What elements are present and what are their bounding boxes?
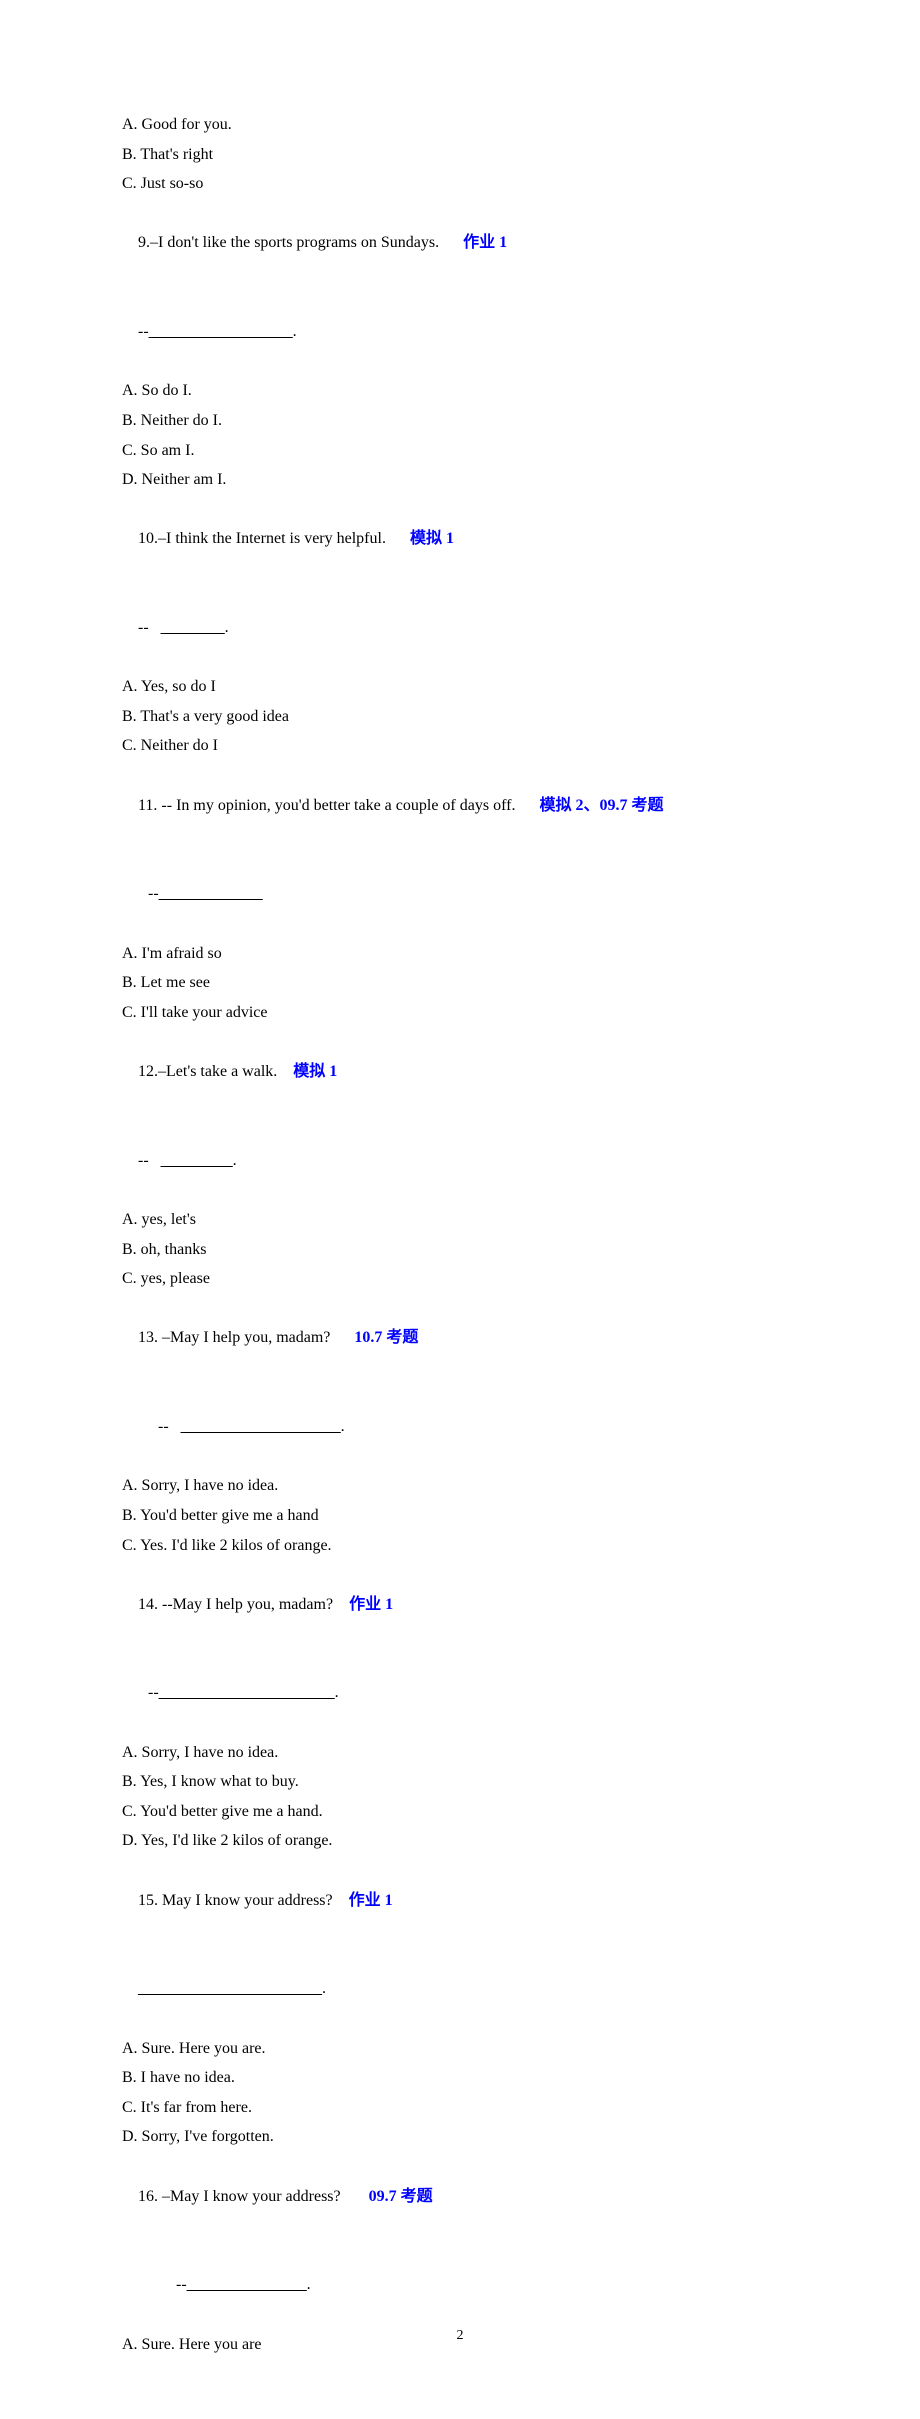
q11-blank: _____________ <box>159 879 263 909</box>
q11-prompt-line: 11. -- In my opinion, you'd better take … <box>122 761 798 850</box>
q10-option-b: B. That's a very good idea <box>122 702 798 732</box>
q10-blank: ________ <box>161 613 225 643</box>
page-number: 2 <box>0 2323 920 2349</box>
q15-blank-suffix: . <box>322 1980 326 1997</box>
q12-option-b: B. oh, thanks <box>122 1235 798 1265</box>
q14-option-d: D. Yes, I'd like 2 kilos of orange. <box>122 1826 798 1856</box>
q10-tag: 模拟 1 <box>410 530 454 547</box>
q12-option-a: A. yes, let's <box>122 1205 798 1235</box>
q11-prompt: 11. -- In my opinion, you'd better take … <box>138 797 515 814</box>
q16-blank-line: --_______________. <box>122 2241 798 2330</box>
q15-option-a: A. Sure. Here you are. <box>122 2034 798 2064</box>
q9-prompt: 9.–I don't like the sports programs on S… <box>138 234 439 251</box>
q15-prompt: 15. May I know your address? <box>138 1892 333 1909</box>
q11-tag: 模拟 2、09.7 考题 <box>539 797 663 814</box>
q13-option-a: A. Sorry, I have no idea. <box>122 1471 798 1501</box>
q9-blank: __________________ <box>149 317 293 347</box>
document-page: A. Good for you. B. That's right C. Just… <box>0 0 920 2419</box>
q15-tag: 作业 1 <box>349 1892 393 1909</box>
q11-option-a: A. I'm afraid so <box>122 939 798 969</box>
q9-prompt-line: 9.–I don't like the sports programs on S… <box>122 199 798 288</box>
q12-blank-suffix: . <box>233 1152 237 1169</box>
q10-option-c: C. Neither do I <box>122 731 798 761</box>
q13-blank-prefix: -- <box>158 1418 181 1435</box>
q9-option-c: C. So am I. <box>122 436 798 466</box>
q9-blank-line: --__________________. <box>122 288 798 377</box>
q13-blank: ____________________ <box>181 1412 341 1442</box>
q11-blank-prefix: -- <box>148 885 159 902</box>
q15-prompt-line: 15. May I know your address? 作业 1 <box>122 1856 798 1945</box>
q14-blank: ______________________ <box>159 1678 335 1708</box>
q14-prompt: 14. --May I help you, madam? <box>138 1596 333 1613</box>
q8-option-b: B. That's right <box>122 140 798 170</box>
q10-prompt-line: 10.–I think the Internet is very helpful… <box>122 495 798 584</box>
q9-option-b: B. Neither do I. <box>122 406 798 436</box>
q13-option-b: B. You'd better give me a hand <box>122 1501 798 1531</box>
q14-blank-prefix: -- <box>148 1684 159 1701</box>
q13-prompt: 13. –May I help you, madam? <box>138 1329 330 1346</box>
q15-option-d: D. Sorry, I've forgotten. <box>122 2122 798 2152</box>
q9-blank-prefix: -- <box>138 323 149 340</box>
q16-tag: 09.7 考题 <box>369 2188 433 2205</box>
q13-prompt-line: 13. –May I help you, madam? 10.7 考题 <box>122 1294 798 1383</box>
q16-prompt: 16. –May I know your address? <box>138 2188 341 2205</box>
q14-option-b: B. Yes, I know what to buy. <box>122 1767 798 1797</box>
q10-option-a: A. Yes, so do I <box>122 672 798 702</box>
q13-option-c: C. Yes. I'd like 2 kilos of orange. <box>122 1531 798 1561</box>
q15-option-c: C. It's far from here. <box>122 2093 798 2123</box>
q14-blank-suffix: . <box>335 1684 339 1701</box>
q10-blank-prefix: -- <box>138 619 161 636</box>
q14-blank-line: --______________________. <box>122 1649 798 1738</box>
q12-prompt-line: 12.–Let's take a walk. 模拟 1 <box>122 1027 798 1116</box>
q13-blank-suffix: . <box>341 1418 345 1435</box>
q11-option-b: B. Let me see <box>122 968 798 998</box>
q12-blank-line: -- _________. <box>122 1116 798 1205</box>
q10-blank-line: -- ________. <box>122 584 798 673</box>
q9-option-a: A. So do I. <box>122 376 798 406</box>
q16-prompt-line: 16. –May I know your address? 09.7 考题 <box>122 2152 798 2241</box>
q16-blank-suffix: . <box>307 2276 311 2293</box>
q8-option-c: C. Just so-so <box>122 169 798 199</box>
q12-tag: 模拟 1 <box>293 1063 337 1080</box>
q8-option-a: A. Good for you. <box>122 110 798 140</box>
q9-tag: 作业 1 <box>463 234 507 251</box>
q12-blank: _________ <box>161 1146 233 1176</box>
q15-blank: _______________________ <box>138 1974 322 2004</box>
q16-blank: _______________ <box>187 2270 307 2300</box>
q14-option-a: A. Sorry, I have no idea. <box>122 1738 798 1768</box>
q9-option-d: D. Neither am I. <box>122 465 798 495</box>
q12-blank-prefix: -- <box>138 1152 161 1169</box>
q10-prompt: 10.–I think the Internet is very helpful… <box>138 530 386 547</box>
q13-blank-line: -- ____________________. <box>122 1383 798 1472</box>
q10-blank-suffix: . <box>225 619 229 636</box>
q16-blank-prefix: -- <box>176 2276 187 2293</box>
q14-prompt-line: 14. --May I help you, madam? 作业 1 <box>122 1560 798 1649</box>
q13-tag: 10.7 考题 <box>354 1329 418 1346</box>
q15-blank-line: _______________________. <box>122 1945 798 2034</box>
q12-prompt: 12.–Let's take a walk. <box>138 1063 277 1080</box>
q14-option-c: C. You'd better give me a hand. <box>122 1797 798 1827</box>
q11-option-c: C. I'll take your advice <box>122 998 798 1028</box>
q12-option-c: C. yes, please <box>122 1264 798 1294</box>
q11-blank-line: --_____________ <box>122 850 798 939</box>
q14-tag: 作业 1 <box>349 1596 393 1613</box>
q15-option-b: B. I have no idea. <box>122 2063 798 2093</box>
q9-blank-suffix: . <box>293 323 297 340</box>
